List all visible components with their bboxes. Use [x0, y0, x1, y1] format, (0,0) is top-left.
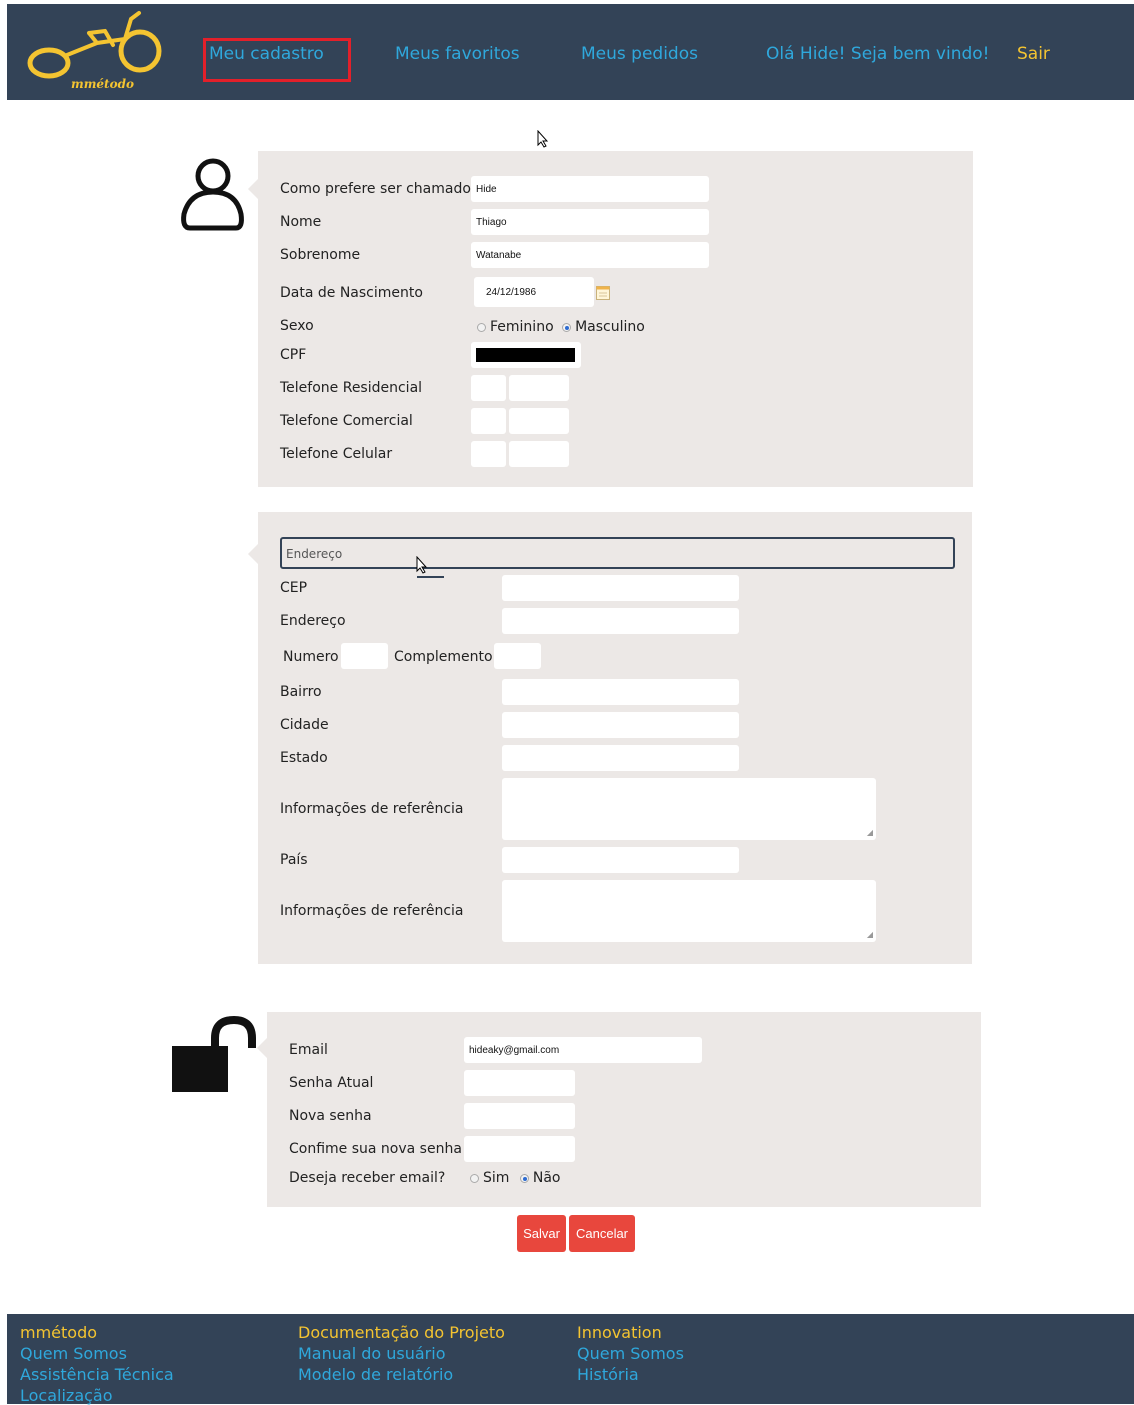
newsletter-nao-radio[interactable]: [519, 1173, 529, 1183]
phone-home-ddd-input[interactable]: [471, 375, 506, 401]
nickname-input[interactable]: Hide: [471, 176, 709, 202]
address-section-input[interactable]: Endereço: [280, 537, 955, 569]
reference2-textarea[interactable]: ◢: [502, 880, 876, 942]
number-input[interactable]: [341, 643, 388, 669]
mouse-cursor-icon: [416, 555, 428, 578]
newsletter-sim-label: Sim: [483, 1170, 510, 1186]
footer-link-localizacao[interactable]: Localização: [20, 1386, 113, 1405]
cep-input[interactable]: [502, 575, 739, 601]
sex-label: Sexo: [280, 318, 314, 334]
sex-masculino-radio[interactable]: [562, 322, 572, 332]
street-input[interactable]: [502, 608, 739, 634]
unlock-icon: [170, 1015, 256, 1094]
sex-radio-group: Feminino Masculino: [477, 319, 645, 335]
calendar-icon[interactable]: [596, 285, 610, 300]
new-password-label: Nova senha: [289, 1108, 372, 1124]
cpf-label: CPF: [280, 347, 307, 363]
country-input[interactable]: [502, 847, 739, 873]
confirm-password-label: Confime sua nova senha: [289, 1141, 462, 1157]
mouse-cursor-icon: [537, 129, 549, 152]
name-label: Nome: [280, 214, 322, 230]
birthdate-input[interactable]: 24/12/1986: [474, 277, 594, 307]
phone-cell-number-input[interactable]: [509, 441, 569, 467]
footer-link-quem-somos[interactable]: Quem Somos: [20, 1344, 127, 1363]
confirm-password-input[interactable]: [464, 1136, 575, 1162]
country-label: País: [280, 852, 308, 868]
cep-label: CEP: [280, 580, 308, 596]
save-button[interactable]: Salvar: [517, 1215, 566, 1252]
nav-meu-cadastro[interactable]: Meu cadastro: [209, 44, 324, 64]
phone-home-label: Telefone Residencial: [280, 380, 423, 396]
newsletter-nao-label: Não: [532, 1170, 561, 1186]
sex-feminino-radio[interactable]: [477, 322, 486, 332]
name-input[interactable]: Thiago: [471, 209, 709, 235]
phone-work-number-input[interactable]: [509, 408, 569, 434]
state-label: Estado: [280, 750, 328, 766]
street-label: Endereço: [280, 613, 346, 629]
brand-name: mmétodo: [71, 77, 134, 91]
email-label: Email: [289, 1042, 328, 1058]
phone-work-ddd-input[interactable]: [471, 408, 506, 434]
nav-meus-favoritos[interactable]: Meus favoritos: [395, 44, 520, 64]
sex-feminino-label: Feminino: [490, 319, 554, 335]
district-label: Bairro: [280, 684, 322, 700]
complement-input[interactable]: [494, 643, 541, 669]
cpf-input[interactable]: [471, 342, 581, 368]
city-input[interactable]: [502, 712, 739, 738]
sex-masculino-label: Masculino: [575, 319, 645, 335]
greeting-text: Olá Hide! Seja bem vindo!: [766, 44, 990, 64]
reference2-label: Informações de referência: [280, 903, 464, 919]
footer-link-assistencia[interactable]: Assistência Técnica: [20, 1365, 174, 1384]
footer-col2-title[interactable]: Documentação do Projeto: [298, 1323, 505, 1342]
footer-link-quem-somos-2[interactable]: Quem Somos: [577, 1344, 684, 1363]
surname-label: Sobrenome: [280, 247, 361, 263]
newsletter-label: Deseja receber email?: [289, 1170, 446, 1186]
nickname-label: Como prefere ser chamado: [280, 181, 471, 197]
surname-input[interactable]: Watanabe: [471, 242, 709, 268]
current-password-input[interactable]: [464, 1070, 575, 1096]
footer-col1-title[interactable]: mmétodo: [20, 1323, 97, 1342]
phone-cell-label: Telefone Celular: [280, 446, 393, 462]
phone-work-label: Telefone Comercial: [280, 413, 413, 429]
cancel-button[interactable]: Cancelar: [569, 1215, 635, 1252]
reference-textarea[interactable]: ◢: [502, 778, 876, 840]
newsletter-radio-group: Sim Não: [470, 1170, 561, 1186]
complement-label: Complemento: [394, 649, 493, 665]
user-icon: [178, 156, 248, 234]
top-navbar: mmétodo Meu cadastro Meus favoritos Meus…: [7, 4, 1134, 100]
nav-meus-pedidos[interactable]: Meus pedidos: [581, 44, 698, 64]
phone-home-number-input[interactable]: [509, 375, 569, 401]
newsletter-sim-radio[interactable]: [470, 1173, 479, 1183]
current-password-label: Senha Atual: [289, 1075, 374, 1091]
number-label: Numero: [283, 649, 339, 665]
footer-link-manual[interactable]: Manual do usuário: [298, 1344, 446, 1363]
footer-link-relatorio[interactable]: Modelo de relatório: [298, 1365, 453, 1384]
state-input[interactable]: [502, 745, 739, 771]
footer-link-historia[interactable]: História: [577, 1365, 639, 1384]
new-password-input[interactable]: [464, 1103, 575, 1129]
phone-cell-ddd-input[interactable]: [471, 441, 506, 467]
reference-label: Informações de referência: [280, 801, 464, 817]
footer: mmétodo Quem Somos Assistência Técnica L…: [7, 1314, 1134, 1405]
cpf-redaction: [476, 348, 575, 362]
city-label: Cidade: [280, 717, 329, 733]
footer-col3-title[interactable]: Innovation: [577, 1323, 662, 1342]
logout-link[interactable]: Sair: [1017, 44, 1050, 64]
district-input[interactable]: [502, 679, 739, 705]
birthdate-label: Data de Nascimento: [280, 285, 423, 301]
address-section-placeholder: Endereço: [286, 547, 343, 561]
email-input[interactable]: hideaky@gmail.com: [464, 1037, 702, 1063]
